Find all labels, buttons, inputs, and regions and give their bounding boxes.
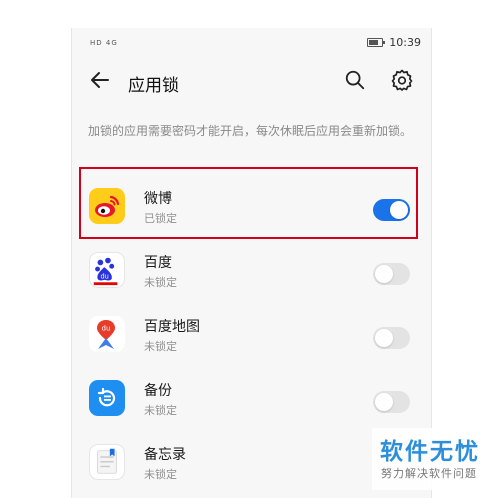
status-bar: HD 4G 10:39 (72, 28, 431, 60)
watermark-title: 软件无忧 (380, 439, 480, 465)
toggle-knob (375, 265, 393, 283)
svg-text:du: du (102, 325, 111, 333)
svg-text:du: du (100, 273, 108, 281)
app-bar: 应用锁 (72, 60, 431, 105)
back-arrow-icon[interactable] (88, 68, 112, 92)
gear-icon[interactable] (390, 68, 414, 92)
watermark: 软件无忧 努力解决软件问题 (372, 428, 500, 490)
highlight-box (79, 167, 418, 239)
app-row-baidu-map: du 百度地图 未锁定 (72, 302, 431, 364)
battery-icon (367, 38, 386, 47)
lock-status: 未锁定 (144, 340, 177, 353)
app-name: 百度 (144, 255, 172, 271)
backup-icon (89, 380, 125, 416)
toggle-knob (375, 393, 393, 411)
baidu-map-icon: du (89, 316, 125, 352)
app-name: 百度地图 (144, 319, 200, 335)
app-row-baidu: du 百度 未锁定 (72, 238, 431, 300)
lock-toggle-backup[interactable] (373, 391, 410, 413)
lock-toggle-baidu[interactable] (373, 263, 410, 285)
search-icon[interactable] (344, 69, 366, 91)
lock-status: 未锁定 (144, 468, 177, 481)
lock-toggle-baidu-map[interactable] (373, 327, 410, 349)
app-name: 备份 (144, 383, 172, 399)
page-title: 应用锁 (128, 76, 179, 96)
app-row-backup: 备份 未锁定 (72, 366, 431, 428)
description-text: 加锁的应用需要密码才能开启，每次休眠后应用会重新加锁。 (88, 124, 413, 138)
memo-icon (89, 444, 125, 480)
status-right: 10:39 (367, 36, 421, 49)
lock-status: 未锁定 (144, 276, 177, 289)
network-indicator: HD 4G (90, 39, 118, 47)
clock: 10:39 (389, 36, 421, 49)
watermark-subtitle: 努力解决软件问题 (381, 467, 477, 480)
baidu-icon: du (89, 252, 125, 288)
app-name: 备忘录 (144, 447, 186, 463)
lock-status: 未锁定 (144, 404, 177, 417)
toggle-knob (375, 329, 393, 347)
